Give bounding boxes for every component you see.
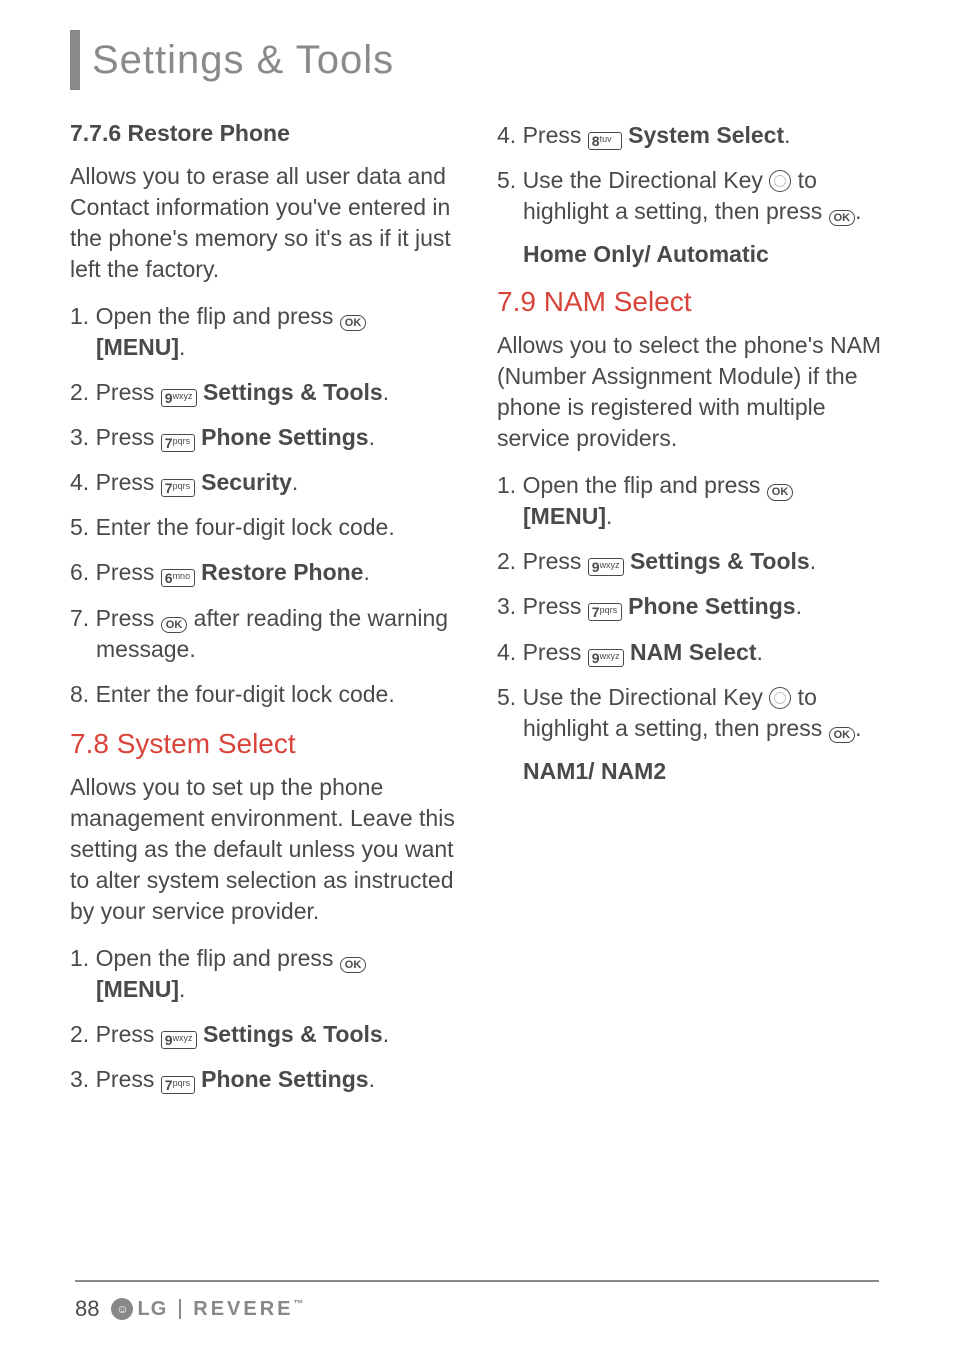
step-text: 7. Press [70, 605, 161, 631]
step-776-8: 8. Enter the four-digit lock code. [70, 679, 457, 710]
key-9-icon: 9wxyz [161, 389, 197, 407]
page-title: Settings & Tools [92, 38, 394, 83]
header-accent-bar [70, 30, 80, 90]
content-columns: 7.7.6 Restore Phone Allows you to erase … [70, 120, 884, 1109]
footer-row: 88 ☺ LG REVERE™ [75, 1296, 879, 1322]
step-bold: Settings & Tools [203, 379, 383, 405]
footer-divider [75, 1280, 879, 1282]
step-bold: NAM Select [630, 639, 757, 665]
step-text: 4. Press [70, 469, 161, 495]
step-bold: [MENU] [96, 976, 179, 1002]
step-79-5: 5. Use the Directional Key to highlight … [497, 682, 884, 744]
step-776-3: 3. Press 7pqrs Phone Settings. [70, 422, 457, 453]
heading-7-8: 7.8 System Select [70, 728, 457, 760]
page-header: Settings & Tools [70, 30, 884, 90]
ok-key-icon: OK [161, 617, 188, 633]
step-79-2: 2. Press 9wxyz Settings & Tools. [497, 546, 884, 577]
step-text: 2. Press [70, 1021, 161, 1047]
step-text: 1. Open the flip and press [497, 472, 767, 498]
step-text: 1. Open the flip and press [70, 303, 340, 329]
step-78-1: 1. Open the flip and press OK [MENU]. [70, 943, 457, 1005]
model-name: REVERE™ [193, 1298, 306, 1321]
step-78-3: 3. Press 7pqrs Phone Settings. [70, 1064, 457, 1095]
heading-7-9: 7.9 NAM Select [497, 286, 884, 318]
step-text: 5. Use the Directional Key [497, 167, 769, 193]
ok-key-icon: OK [340, 315, 367, 331]
page-footer: 88 ☺ LG REVERE™ [75, 1280, 879, 1322]
step-776-1: 1. Open the flip and press OK [MENU]. [70, 301, 457, 363]
step-bold: Settings & Tools [630, 548, 810, 574]
para-7-9: Allows you to select the phone's NAM (Nu… [497, 330, 884, 454]
step-text: 3. Press [70, 1066, 161, 1092]
step-text: 1. Open the flip and press [70, 945, 340, 971]
step-text: 3. Press [497, 593, 588, 619]
options-7-9: NAM1/ NAM2 [497, 758, 884, 785]
step-776-4: 4. Press 7pqrs Security. [70, 467, 457, 498]
step-text: 3. Press [70, 424, 161, 450]
step-bold: Phone Settings [201, 424, 368, 450]
step-text: 6. Press [70, 559, 161, 585]
step-79-3: 3. Press 7pqrs Phone Settings. [497, 591, 884, 622]
lg-text: LG [137, 1298, 167, 1321]
key-7-icon: 7pqrs [588, 603, 622, 621]
step-bold: Security [201, 469, 292, 495]
step-bold: [MENU] [523, 503, 606, 529]
step-text: 2. Press [497, 548, 588, 574]
lg-logo: ☺ LG [111, 1298, 167, 1321]
directional-key-icon [769, 687, 791, 709]
step-bold: Restore Phone [201, 559, 363, 585]
page-number: 88 [75, 1296, 99, 1322]
step-bold: System Select [628, 122, 784, 148]
key-8-icon: 8tuv [588, 132, 622, 150]
ok-key-icon: OK [829, 210, 856, 226]
step-79-1: 1. Open the flip and press OK [MENU]. [497, 470, 884, 532]
key-7-icon: 7pqrs [161, 1076, 195, 1094]
key-9-icon: 9wxyz [161, 1031, 197, 1049]
left-column: 7.7.6 Restore Phone Allows you to erase … [70, 120, 457, 1109]
key-7-icon: 7pqrs [161, 479, 195, 497]
directional-key-icon [769, 170, 791, 192]
step-79-4: 4. Press 9wxyz NAM Select. [497, 637, 884, 668]
step-78-2: 2. Press 9wxyz Settings & Tools. [70, 1019, 457, 1050]
step-776-5: 5. Enter the four-digit lock code. [70, 512, 457, 543]
ok-key-icon: OK [340, 957, 367, 973]
heading-7-7-6: 7.7.6 Restore Phone [70, 120, 457, 147]
step-776-7: 7. Press OK after reading the warning me… [70, 603, 457, 665]
right-column: 4. Press 8tuv System Select. 5. Use the … [497, 120, 884, 1109]
ok-key-icon: OK [829, 727, 856, 743]
key-9-icon: 9wxyz [588, 558, 624, 576]
step-78-5: 5. Use the Directional Key to highlight … [497, 165, 884, 227]
step-bold: [MENU] [96, 334, 179, 360]
step-776-2: 2. Press 9wxyz Settings & Tools. [70, 377, 457, 408]
step-text: 2. Press [70, 379, 161, 405]
step-text: 4. Press [497, 122, 588, 148]
lg-face-icon: ☺ [111, 1298, 133, 1320]
footer-vr [179, 1299, 181, 1319]
step-bold: Phone Settings [628, 593, 795, 619]
ok-key-icon: OK [767, 484, 794, 500]
step-776-6: 6. Press 6mno Restore Phone. [70, 557, 457, 588]
key-6-icon: 6mno [161, 569, 195, 587]
options-7-8: Home Only/ Automatic [497, 241, 884, 268]
key-7-icon: 7pqrs [161, 434, 195, 452]
step-text: 4. Press [497, 639, 588, 665]
step-bold: Settings & Tools [203, 1021, 383, 1047]
para-7-8: Allows you to set up the phone managemen… [70, 772, 457, 927]
key-9-icon: 9wxyz [588, 649, 624, 667]
step-78-4: 4. Press 8tuv System Select. [497, 120, 884, 151]
step-text: 5. Use the Directional Key [497, 684, 769, 710]
step-bold: Phone Settings [201, 1066, 368, 1092]
para-7-7-6: Allows you to erase all user data and Co… [70, 161, 457, 285]
